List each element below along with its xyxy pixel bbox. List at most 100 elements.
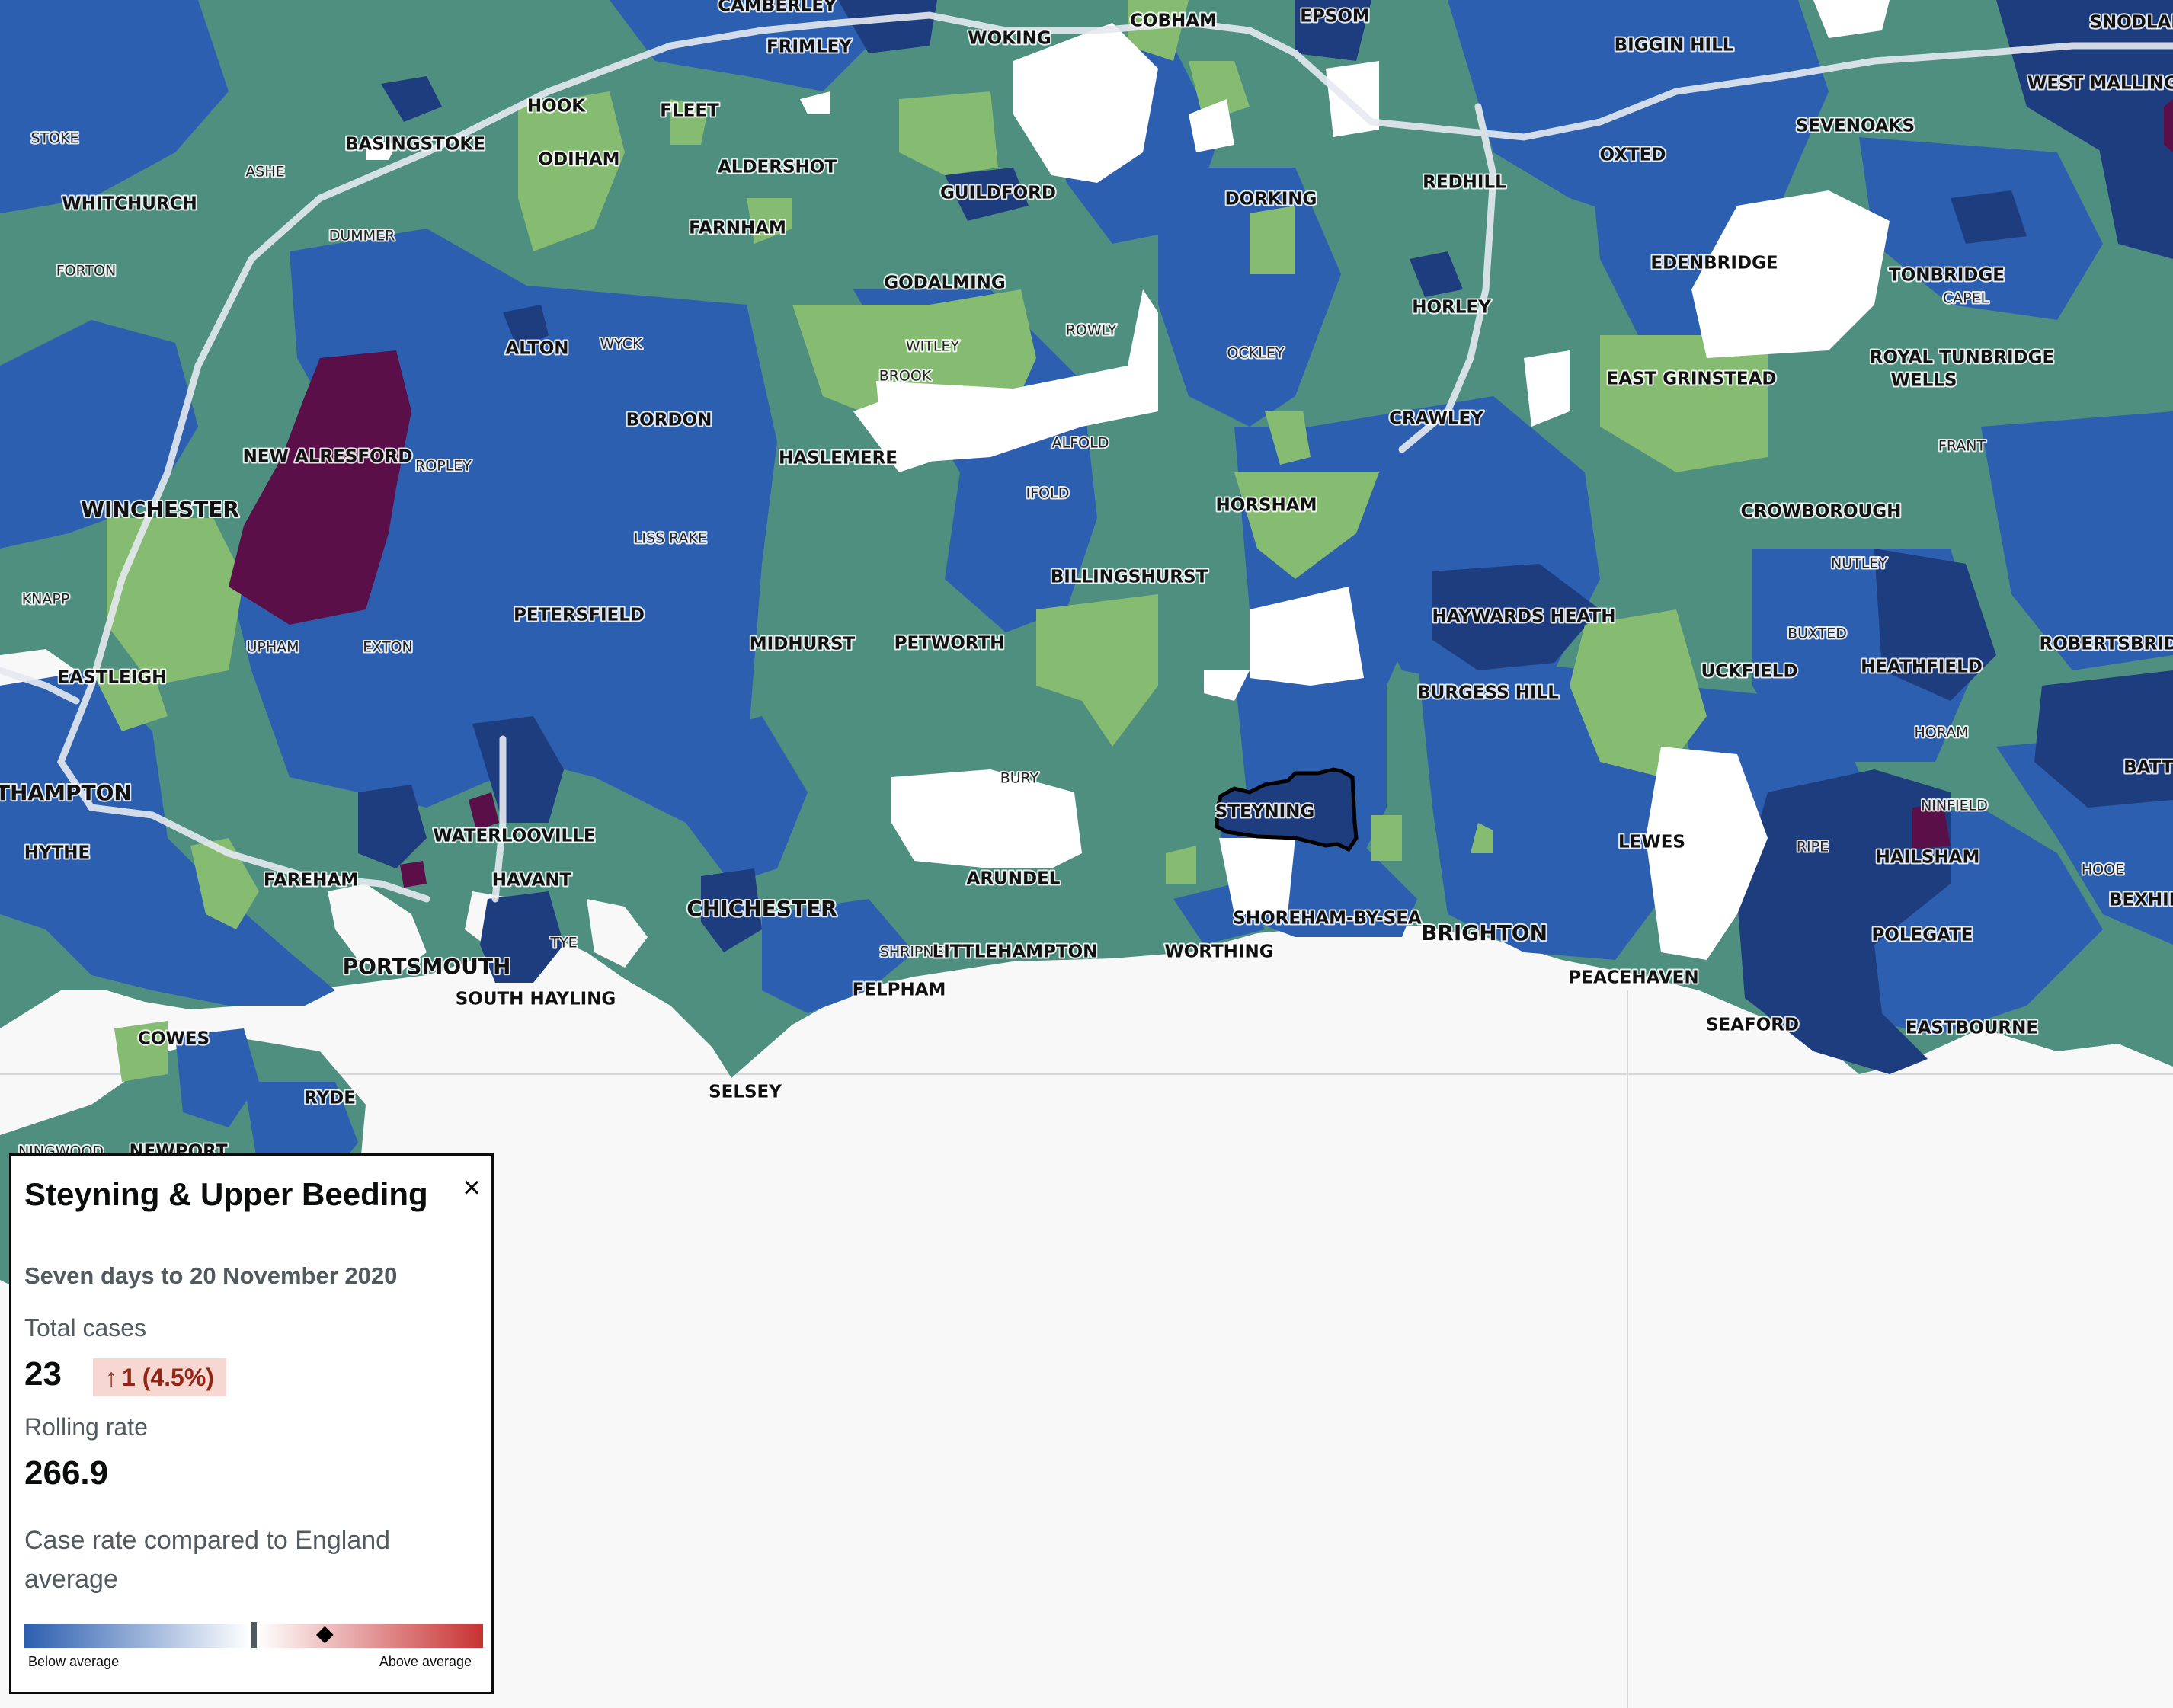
area[interactable] [400, 861, 427, 888]
place-label-ockley: OCKLEY [1227, 345, 1285, 362]
place-label-heathfield: HEATHFIELD [1861, 657, 1983, 677]
below-average-label: Below average [28, 1654, 120, 1669]
place-label-portsmouth: PORTSMOUTH [343, 954, 511, 979]
area-info-panel: Steyning & Upper Beeding × Seven days to… [9, 1153, 494, 1694]
place-label-ryde: RYDE [304, 1089, 356, 1108]
place-label-ninfield: NINFIELD [1921, 798, 1988, 814]
place-label-selsey: SELSEY [709, 1083, 782, 1102]
place-label-buxted: BUXTED [1787, 625, 1847, 642]
place-label-witley: WITLEY [906, 338, 960, 355]
place-label-polegate: POLEGATE [1871, 926, 1973, 945]
place-label-haywards-heath: HAYWARDS HEATH [1432, 607, 1616, 627]
rolling-rate-value: 266.9 [24, 1454, 109, 1492]
place-label-liss: LISS [634, 530, 664, 547]
place-label-redhill: REDHILL [1423, 173, 1506, 193]
place-label-ashe: ASHE [245, 164, 284, 181]
place-label-bordon: BORDON [626, 411, 712, 430]
place-label-stoke: STOKE [30, 130, 78, 147]
place-label-uckfield: UCKFIELD [1701, 662, 1797, 682]
above-average-label: Above average [379, 1654, 472, 1669]
place-label-horam: HORAM [1914, 724, 1968, 741]
place-label-exton: EXTON [363, 639, 412, 656]
place-label-robertsbridge: ROBERTSBRIDGE [2040, 635, 2173, 654]
place-label-cowes: COWES [138, 1029, 210, 1049]
place-label-seaford: SEAFORD [1706, 1016, 1799, 1035]
place-label-tye: TYE [549, 935, 577, 952]
place-label-rake: RAKE [669, 530, 707, 547]
place-label-burgess-hill: BURGESS HILL [1417, 683, 1559, 703]
place-label-epsom: EPSOM [1300, 7, 1370, 27]
place-label-tonbridge: TONBRIDGE [1889, 266, 2005, 286]
place-label-upham: UPHAM [246, 639, 299, 656]
place-label-guildford: GUILDFORD [940, 184, 1056, 203]
rolling-rate-label: Rolling rate [24, 1413, 148, 1441]
place-label-horsham: HORSHAM [1215, 496, 1317, 516]
place-label-brook: BROOK [879, 368, 932, 385]
place-label-crawley: CRAWLEY [1389, 409, 1483, 429]
place-label-havant: HAVANT [492, 871, 572, 891]
total-cases-label: Total cases [24, 1314, 147, 1342]
place-label-ifold: IFOLD [1026, 485, 1070, 502]
place-label-peacehaven: PEACEHAVEN [1568, 968, 1698, 988]
area[interactable] [1371, 815, 1402, 861]
place-label-midhurst: MIDHURST [750, 635, 856, 654]
place-label-woking: WOKING [968, 29, 1051, 49]
place-label-wyck: WYCK [600, 336, 642, 353]
place-label-east-grinstead: EAST GRINSTEAD [1606, 369, 1776, 389]
place-label-aldershot: ALDERSHOT [718, 158, 837, 178]
place-label-wells: WELLS [1891, 371, 1957, 391]
place-label-basingstoke: BASINGSTOKE [345, 135, 485, 155]
place-label-dummer: DUMMER [329, 228, 395, 245]
place-label-rowly: ROWLY [1066, 322, 1117, 339]
england-average-divider [251, 1622, 257, 1648]
place-label-capel: CAPEL [1943, 290, 1989, 307]
compare-label: Case rate compared to England average [24, 1526, 391, 1594]
area[interactable] [1250, 206, 1295, 274]
total-cases-value: 23 [24, 1355, 62, 1393]
place-label-snodland: SNODLAND [2089, 13, 2173, 33]
arrow-up-icon: ↑ [105, 1364, 117, 1391]
change-badge: ↑ 1 (4.5%) [93, 1358, 226, 1396]
place-label-forton: FORTON [56, 263, 116, 280]
place-label-west-malling: WEST MALLING [2027, 74, 2173, 94]
place-label-winchester: WINCHESTER [81, 497, 239, 522]
close-icon[interactable]: × [455, 1171, 488, 1204]
area[interactable] [2164, 99, 2173, 152]
place-label-bexhill: BEXHILL [2109, 891, 2173, 910]
place-label-frimley: FRIMLEY [766, 37, 852, 57]
place-label-hythe: HYTHE [24, 843, 91, 863]
place-label-southampton: SOUTHAMPTON [0, 780, 132, 805]
place-label-south-hayling: SOUTH HAYLING [456, 990, 616, 1009]
place-label-brighton: BRIGHTON [1421, 920, 1547, 945]
place-label-new-alresford: NEW ALRESFORD [243, 447, 413, 467]
place-label-haslemere: HASLEMERE [779, 449, 898, 469]
place-label-battle: BATTLE [2123, 758, 2173, 778]
below-average-gradient [24, 1624, 250, 1648]
area[interactable] [1326, 61, 1379, 137]
place-label-petworth: PETWORTH [894, 634, 1005, 654]
place-label-eastbourne: EASTBOURNE [1906, 1019, 2038, 1038]
place-label-frant: FRANT [1938, 438, 1986, 455]
area-title: Steyning & Upper Beeding [24, 1176, 428, 1212]
place-label-worthing: WORTHING [1164, 942, 1273, 962]
place-label-dorking: DORKING [1225, 190, 1317, 210]
change-value: 1 (4.5%) [122, 1364, 214, 1391]
place-label-royal-tunbridge: ROYAL TUNBRIDGE [1870, 348, 2054, 368]
place-label-arundel: ARUNDEL [967, 869, 1061, 889]
place-label-knapp: KNAPP [22, 591, 70, 608]
place-label-whitchurch: WHITCHURCH [62, 194, 197, 214]
place-label-oxted: OXTED [1600, 146, 1666, 165]
place-label-billingshurst: BILLINGSHURST [1051, 568, 1208, 587]
place-label-horley: HORLEY [1412, 298, 1491, 318]
england-average-comparison-bar [24, 1622, 483, 1648]
place-label-eastleigh: EASTLEIGH [58, 668, 167, 688]
place-label-felpham: FELPHAM [853, 980, 946, 1000]
place-label-fleet: FLEET [660, 101, 719, 121]
place-label-lewes: LEWES [1618, 833, 1685, 852]
place-label-alton: ALTON [505, 339, 568, 359]
place-label-waterlooville: WATERLOOVILLE [433, 827, 595, 846]
place-label-hailsham: HAILSHAM [1876, 848, 1980, 868]
place-label-biggin-hill: BIGGIN HILL [1615, 36, 1734, 56]
place-label-littlehampton: LITTLEHAMPTON [933, 942, 1098, 962]
place-label-shoreham-by-sea: SHOREHAM-BY-SEA [1233, 909, 1422, 929]
